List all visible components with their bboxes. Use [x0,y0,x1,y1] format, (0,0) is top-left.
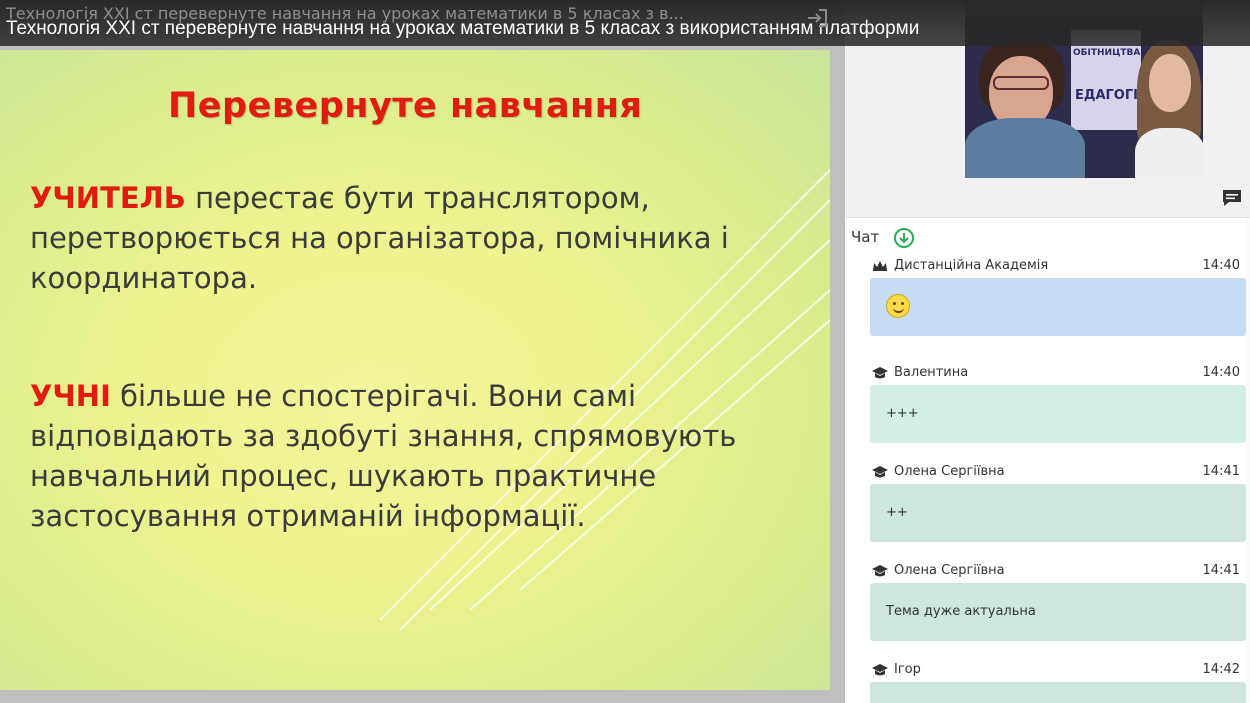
banner-text-top: ОБІТНИЦТВА [1073,48,1141,58]
message-text: ++ [886,505,908,520]
message-body: Тема дуже актуальна [870,583,1246,641]
message-time: 14:40 [1202,258,1240,273]
message-body: +++ [870,385,1246,443]
participant-2-body [1135,128,1203,178]
slide-title: Перевернуте навчання [168,86,643,126]
message-meta: Олена Сергіївна 14:41 [870,557,1246,583]
participant-2-face [1149,54,1191,112]
graduation-cap-icon [872,565,888,577]
participant-1-glasses [993,76,1049,90]
message-meta: Олена Сергіївна 14:41 [870,458,1246,484]
message-body: ++ [870,484,1246,542]
message-meta: Ігор 14:42 [870,656,1246,682]
chat-toolbar [845,180,1250,218]
video-title-bar: Технологія XXI ст перевернуте навчання н… [0,0,1250,46]
message-text: Тема дуже актуальна [886,604,1036,619]
message-time: 14:42 [1202,662,1240,677]
message-time: 14:41 [1202,563,1240,578]
message-time: 14:40 [1202,365,1240,380]
chat-header: Чат [851,228,880,246]
message-time: 14:41 [1202,464,1240,479]
students-text: більше не спостерігачі. Вони самі відпов… [30,379,737,533]
message-meta: Валентина 14:40 [870,359,1246,385]
slide-decoration [379,169,830,631]
scroll-down-icon[interactable] [893,227,915,249]
slide: Перевернуте навчання УЧИТЕЛЬ перестає бу… [0,50,830,690]
crown-icon [873,261,887,271]
students-keyword: УЧНІ [30,379,111,413]
participant-1-body [965,118,1085,178]
presentation-area: Перевернуте навчання УЧИТЕЛЬ перестає бу… [0,0,845,703]
teacher-keyword: УЧИТЕЛЬ [30,181,186,215]
chat-bubble-icon[interactable] [1221,188,1243,208]
teacher-paragraph: УЧИТЕЛЬ перестає бути транслятором, пере… [30,178,810,298]
chat-scrollbar[interactable] [1246,218,1250,703]
exit-icon[interactable] [806,8,828,28]
graduation-cap-icon [872,367,888,379]
students-paragraph: УЧНІ більше не спостерігачі. Вони самі в… [30,376,810,536]
side-panel: ОБІТНИЦТВА ЕДАГОГІКА Чат Дистанційна Ака… [845,0,1250,703]
video-title: Технологія XXI ст перевернуте навчання н… [6,18,920,39]
message-author: Олена Сергіївна [894,563,1005,578]
message-author: Олена Сергіївна [894,464,1005,479]
message-text: +++ [886,406,919,421]
message-body [870,682,1246,703]
message-body [870,278,1246,336]
message-meta: Дистанційна Академія 14:40 [870,252,1246,278]
graduation-cap-icon [872,466,888,478]
message-author: Дистанційна Академія [894,258,1049,273]
message-author: Валентина [894,365,969,380]
graduation-cap-icon [872,664,888,676]
smile-emoji-icon [886,294,910,318]
message-author: Ігор [894,662,921,677]
